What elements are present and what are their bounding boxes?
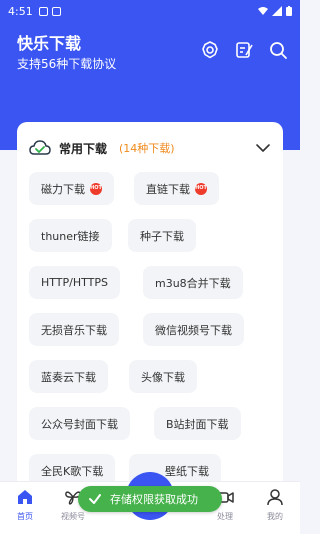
tab-label: 首页	[17, 512, 33, 521]
card-count: (14种下载)	[119, 142, 175, 155]
chip-label: 全民K歌下载	[41, 464, 104, 478]
tab-label: 视频号	[61, 512, 85, 521]
cloud-download-icon	[29, 139, 51, 157]
chip-official-account-cover[interactable]: 公众号封面下载	[29, 407, 130, 440]
chip-avatar-download[interactable]: 头像下载	[129, 360, 197, 393]
card-header[interactable]: 常用下载 (14种下载)	[29, 137, 271, 159]
status-time: 4:51	[8, 4, 33, 18]
chip-label: thuner链接	[41, 229, 100, 243]
chip-bilibili-cover[interactable]: B站封面下载	[154, 407, 241, 440]
chip-magnet-download[interactable]: 磁力下载 HOT	[29, 172, 114, 205]
status-bar: 4:51	[0, 0, 300, 22]
toast-message: 存储权限获取成功	[110, 493, 198, 506]
common-download-card: 常用下载 (14种下载) 磁力下载 HOT 直链下载 HOT thuner链接 …	[17, 122, 283, 492]
chip-label: m3u8合并下载	[155, 276, 231, 290]
chip-label: B站封面下载	[166, 417, 229, 431]
gallery-notification-icon	[38, 6, 48, 16]
chip-thunder-link[interactable]: thuner链接	[29, 219, 112, 252]
chip-wechat-channels[interactable]: 微信视频号下载	[143, 313, 244, 346]
hot-badge-icon: HOT	[90, 182, 102, 195]
wifi-icon	[258, 7, 268, 15]
chip-lanzou-cloud[interactable]: 蓝奏云下载	[29, 360, 108, 393]
chip-label: 磁力下载	[41, 182, 85, 196]
chip-label: 种子下载	[140, 229, 184, 243]
battery-icon	[286, 6, 292, 16]
chip-label: 头像下载	[141, 370, 185, 384]
chip-label: HTTP/HTTPS	[41, 276, 108, 289]
chip-label: 壁纸下载	[165, 464, 209, 478]
chip-label: 公众号封面下载	[41, 417, 118, 431]
app-title: 快乐下载	[17, 34, 82, 53]
signal-icon	[272, 6, 282, 16]
chip-label: 无损音乐下载	[41, 323, 107, 337]
chip-lossless-music[interactable]: 无损音乐下载	[29, 313, 119, 346]
user-icon	[267, 489, 283, 506]
edit-note-icon[interactable]	[234, 40, 254, 60]
app-subtitle: 支持56种下载协议	[17, 57, 117, 71]
tab-mine[interactable]: 我的	[255, 488, 295, 522]
tab-label: 我的	[267, 512, 283, 521]
card-title: 常用下载	[59, 141, 108, 156]
header-actions	[200, 40, 288, 60]
chip-http-https[interactable]: HTTP/HTTPS	[29, 266, 120, 299]
chip-m3u8-merge[interactable]: m3u8合并下载	[143, 266, 243, 299]
chip-label: 微信视频号下载	[155, 323, 232, 337]
check-icon	[89, 494, 101, 504]
settings-gear-icon[interactable]	[200, 40, 220, 60]
chip-label: 蓝奏云下载	[41, 370, 96, 384]
chevron-down-icon[interactable]	[255, 140, 271, 156]
home-icon	[18, 490, 32, 504]
toast-notification: 存储权限获取成功	[78, 486, 222, 512]
chip-label: 直链下载	[146, 182, 190, 196]
search-icon[interactable]	[268, 40, 288, 60]
hot-badge-icon: HOT	[195, 182, 207, 195]
chip-direct-download[interactable]: 直链下载 HOT	[134, 172, 219, 205]
chip-torrent-download[interactable]: 种子下载	[128, 219, 196, 252]
status-icons	[258, 6, 292, 16]
tab-home[interactable]: 首页	[5, 488, 45, 522]
tab-label: 处理	[217, 512, 233, 521]
app-notification-icon	[51, 6, 61, 16]
